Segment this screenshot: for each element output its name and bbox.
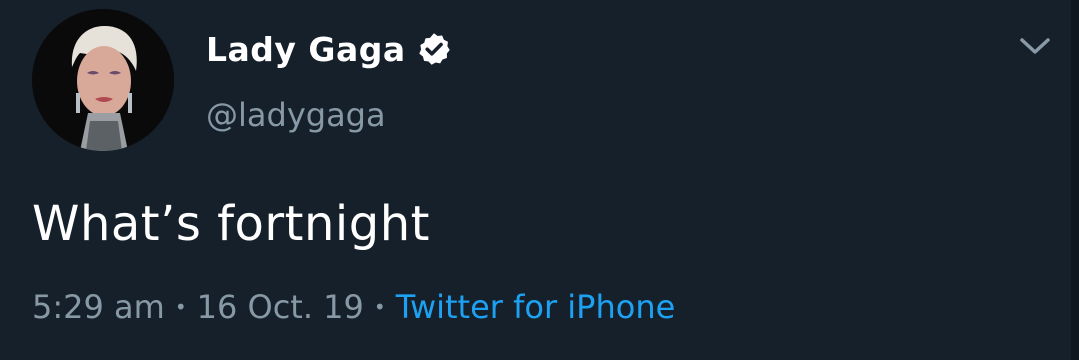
tweet-meta: 5:29 am • 16 Oct. 19 • Twitter for iPhon… [32,288,675,326]
avatar-image [32,9,174,151]
tweet-source-link[interactable]: Twitter for iPhone [396,288,676,326]
author-name-row[interactable]: Lady Gaga [206,26,452,72]
meta-separator: • [373,295,386,319]
display-name[interactable]: Lady Gaga [206,30,406,69]
tweet-time[interactable]: 5:29 am [32,288,165,326]
chevron-down-icon[interactable] [1018,34,1052,58]
edge-divider [1071,0,1079,360]
meta-separator: • [174,295,187,319]
tweet-card[interactable]: Lady Gaga @ladygaga What’s fortnight 5:2… [0,0,1079,360]
tweet-text: What’s fortnight [32,196,430,252]
author-handle[interactable]: @ladygaga [206,96,386,134]
tweet-date[interactable]: 16 Oct. 19 [197,288,364,326]
verified-badge-icon [416,31,452,67]
avatar[interactable] [32,9,174,151]
